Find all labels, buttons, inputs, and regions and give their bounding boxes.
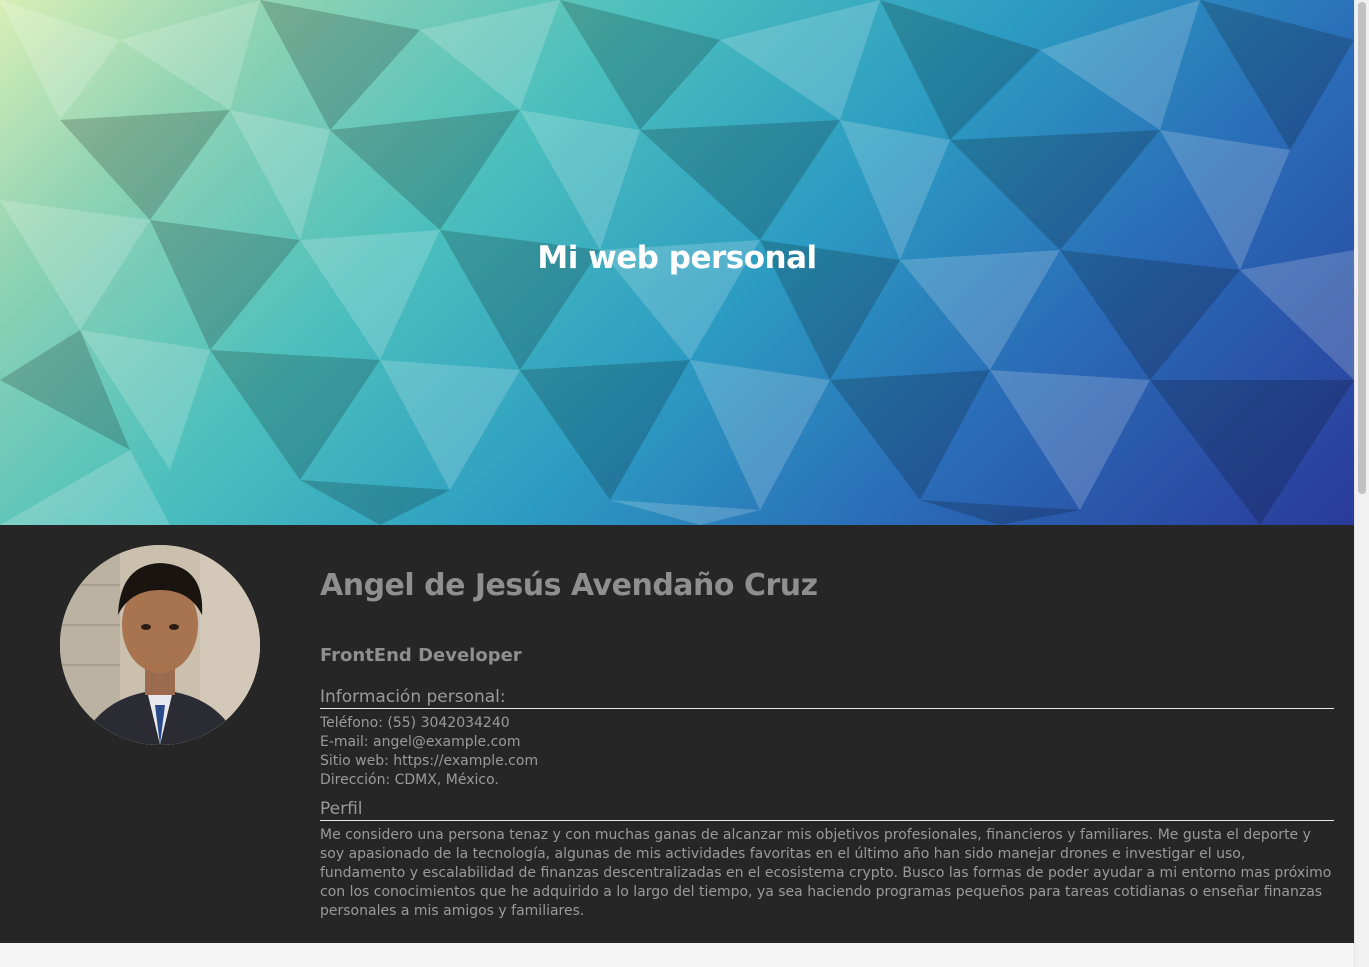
profile-info: Angel de Jesús Avendaño Cruz FrontEnd De… bbox=[320, 565, 1334, 921]
hero-banner: Mi web personal bbox=[0, 0, 1354, 525]
vertical-scrollbar[interactable] bbox=[1354, 0, 1369, 967]
personal-info-heading: Información personal: bbox=[320, 687, 1334, 709]
email-line: E-mail: angel@example.com bbox=[320, 734, 521, 750]
website-line: Sitio web: https://example.com bbox=[320, 753, 539, 769]
page-bottom bbox=[0, 943, 1354, 967]
profile-section: Angel de Jesús Avendaño Cruz FrontEnd De… bbox=[0, 525, 1354, 943]
page: Mi web personal Angel de Jesús Avendaño … bbox=[0, 0, 1369, 967]
perfil-text: Me considero una persona tenaz y con muc… bbox=[320, 827, 1332, 919]
profile-role: FrontEnd Developer bbox=[320, 645, 522, 666]
hero-title: Mi web personal bbox=[537, 240, 817, 276]
address-line: Dirección: CDMX, México. bbox=[320, 772, 499, 788]
person-photo-icon bbox=[60, 545, 260, 745]
phone-line: Teléfono: (55) 3042034240 bbox=[320, 715, 510, 731]
personal-info-list: Teléfono: (55) 3042034240 E-mail: angel@… bbox=[320, 714, 1334, 790]
profile-name: Angel de Jesús Avendaño Cruz bbox=[320, 568, 818, 603]
scrollbar-thumb[interactable] bbox=[1358, 2, 1366, 494]
profile-photo bbox=[60, 545, 260, 745]
perfil-heading: Perfil bbox=[320, 799, 1334, 821]
